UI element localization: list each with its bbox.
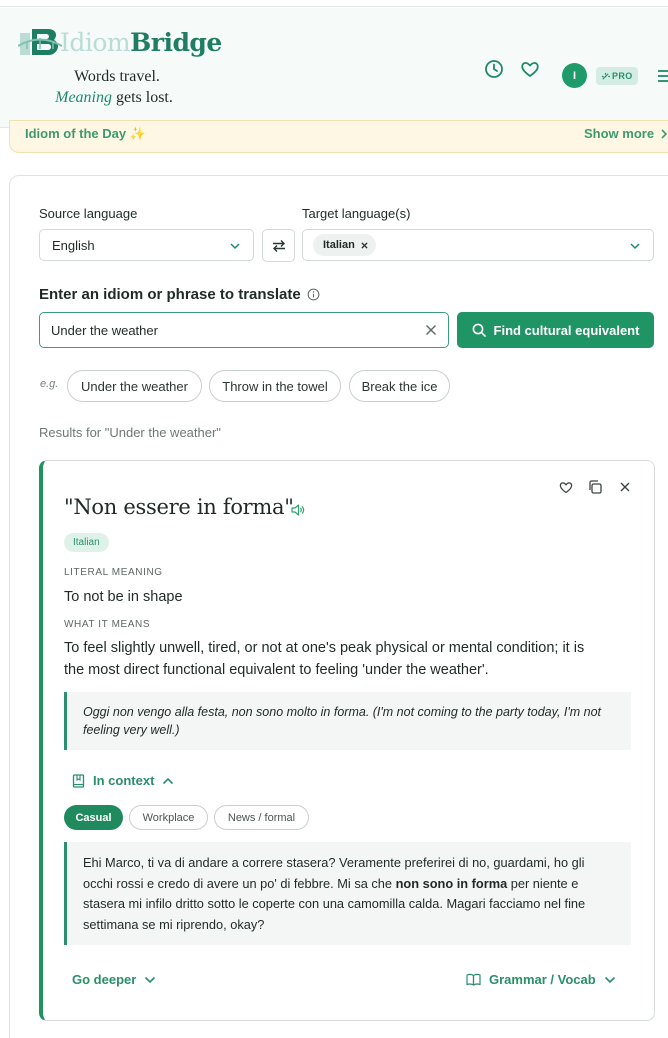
example-sentence: Oggi non vengo alla festa, non sono molt… (64, 692, 631, 750)
idiom-input-field[interactable] (39, 312, 449, 348)
what-it-means-line1: To feel slightly unwell, tired, or not a… (64, 640, 585, 656)
chevron-down-icon (604, 976, 615, 983)
tagline-line1: Words travel. (74, 68, 160, 85)
go-deeper-label: Go deeper (72, 972, 137, 987)
find-button-label: Find cultural equivalent (493, 322, 640, 338)
source-language-label: Source language (39, 206, 138, 221)
show-more-label: Show more (584, 126, 655, 141)
target-chip-label: Italian (323, 239, 355, 251)
speaker-icon[interactable] (290, 502, 306, 518)
chevron-right-icon (661, 128, 668, 139)
menu-icon[interactable] (658, 69, 668, 83)
prompt-label-text: Enter an idiom or phrase to translate (39, 286, 301, 303)
history-icon[interactable] (483, 58, 505, 80)
source-language-select[interactable]: English (39, 229, 254, 261)
logo-part2: Bridge (130, 27, 222, 57)
suggestion-chip[interactable]: Break the ice (349, 370, 450, 402)
search-icon (472, 323, 486, 337)
logo[interactable]: IdiomBridge (18, 22, 222, 62)
show-more-link[interactable]: Show more (584, 126, 668, 141)
chevron-down-icon (145, 976, 156, 983)
top-strip (0, 0, 668, 7)
grammar-vocab-label: Grammar / Vocab (489, 972, 596, 987)
source-language-value: English (52, 237, 95, 253)
iotd-title: Idiom of the Day ✨ (25, 126, 146, 141)
heart-icon[interactable] (558, 479, 574, 495)
result-language-badge: Italian (64, 533, 109, 552)
in-context-label: In context (93, 773, 155, 788)
grammar-vocab-toggle[interactable]: Grammar / Vocab (466, 972, 616, 987)
result-title: "Non essere in forma" (64, 495, 294, 519)
what-it-means-heading: WHAT IT MEANS (64, 619, 151, 630)
avatar-initial: I (572, 69, 577, 82)
example-prefix: e.g. (40, 378, 59, 390)
context-dialogue: Ehi Marco, ti va di andare a correre sta… (64, 842, 631, 945)
remove-chip-icon[interactable] (361, 241, 368, 249)
what-it-means-line2: the most direct functional equivalent to… (64, 662, 489, 678)
chevron-up-icon (163, 777, 174, 784)
suggestion-chip[interactable]: Under the weather (67, 370, 202, 402)
chevron-down-icon (230, 243, 240, 250)
idiom-input[interactable] (51, 321, 411, 339)
close-icon[interactable] (617, 479, 633, 495)
target-language-label: Target language(s) (302, 206, 411, 221)
target-language-chip[interactable]: Italian (313, 234, 376, 256)
logo-part1: Idiom (60, 27, 131, 57)
tab-news-formal[interactable]: News / formal (214, 805, 309, 830)
info-icon[interactable] (307, 288, 320, 301)
open-book-icon (466, 973, 481, 986)
bridge-logo-icon (18, 29, 62, 55)
literal-meaning-heading: LITERAL MEANING (64, 567, 163, 578)
pro-badge: PRO (596, 67, 638, 85)
go-deeper-toggle[interactable]: Go deeper (72, 972, 156, 987)
results-heading: Results for "Under the weather" (39, 425, 221, 440)
swap-languages-button[interactable] (262, 229, 295, 262)
logo-wordmark: IdiomBridge (60, 28, 222, 57)
idiom-input-label: Enter an idiom or phrase to translate (39, 286, 320, 303)
tab-casual[interactable]: Casual (64, 805, 123, 830)
tab-workplace[interactable]: Workplace (129, 805, 208, 830)
heart-icon[interactable] (519, 58, 541, 80)
clear-input-icon[interactable] (425, 324, 437, 336)
book-icon (72, 773, 85, 788)
avatar[interactable]: I (562, 63, 587, 88)
dialogue-highlight: non sono in forma (395, 875, 508, 891)
suggestion-chip[interactable]: Throw in the towel (209, 370, 341, 402)
tagline: Words travel. Meaning gets lost. (54, 66, 174, 108)
tagline-rest: gets lost. (111, 89, 173, 106)
app-header: IdiomBridge Words travel. Meaning gets l… (0, 8, 668, 128)
sparkle-icon (601, 72, 610, 80)
in-context-toggle[interactable]: In context (72, 773, 174, 788)
copy-icon[interactable] (587, 479, 603, 495)
chevron-down-icon (630, 243, 640, 250)
idiom-of-the-day-banner[interactable]: Idiom of the Day ✨ Show more (9, 120, 668, 153)
pro-label: PRO (612, 71, 633, 81)
tagline-emphasis: Meaning (55, 89, 112, 106)
literal-meaning-text: To not be in shape (64, 589, 183, 605)
find-cultural-equivalent-button[interactable]: Find cultural equivalent (457, 312, 654, 348)
swap-icon (272, 239, 285, 252)
